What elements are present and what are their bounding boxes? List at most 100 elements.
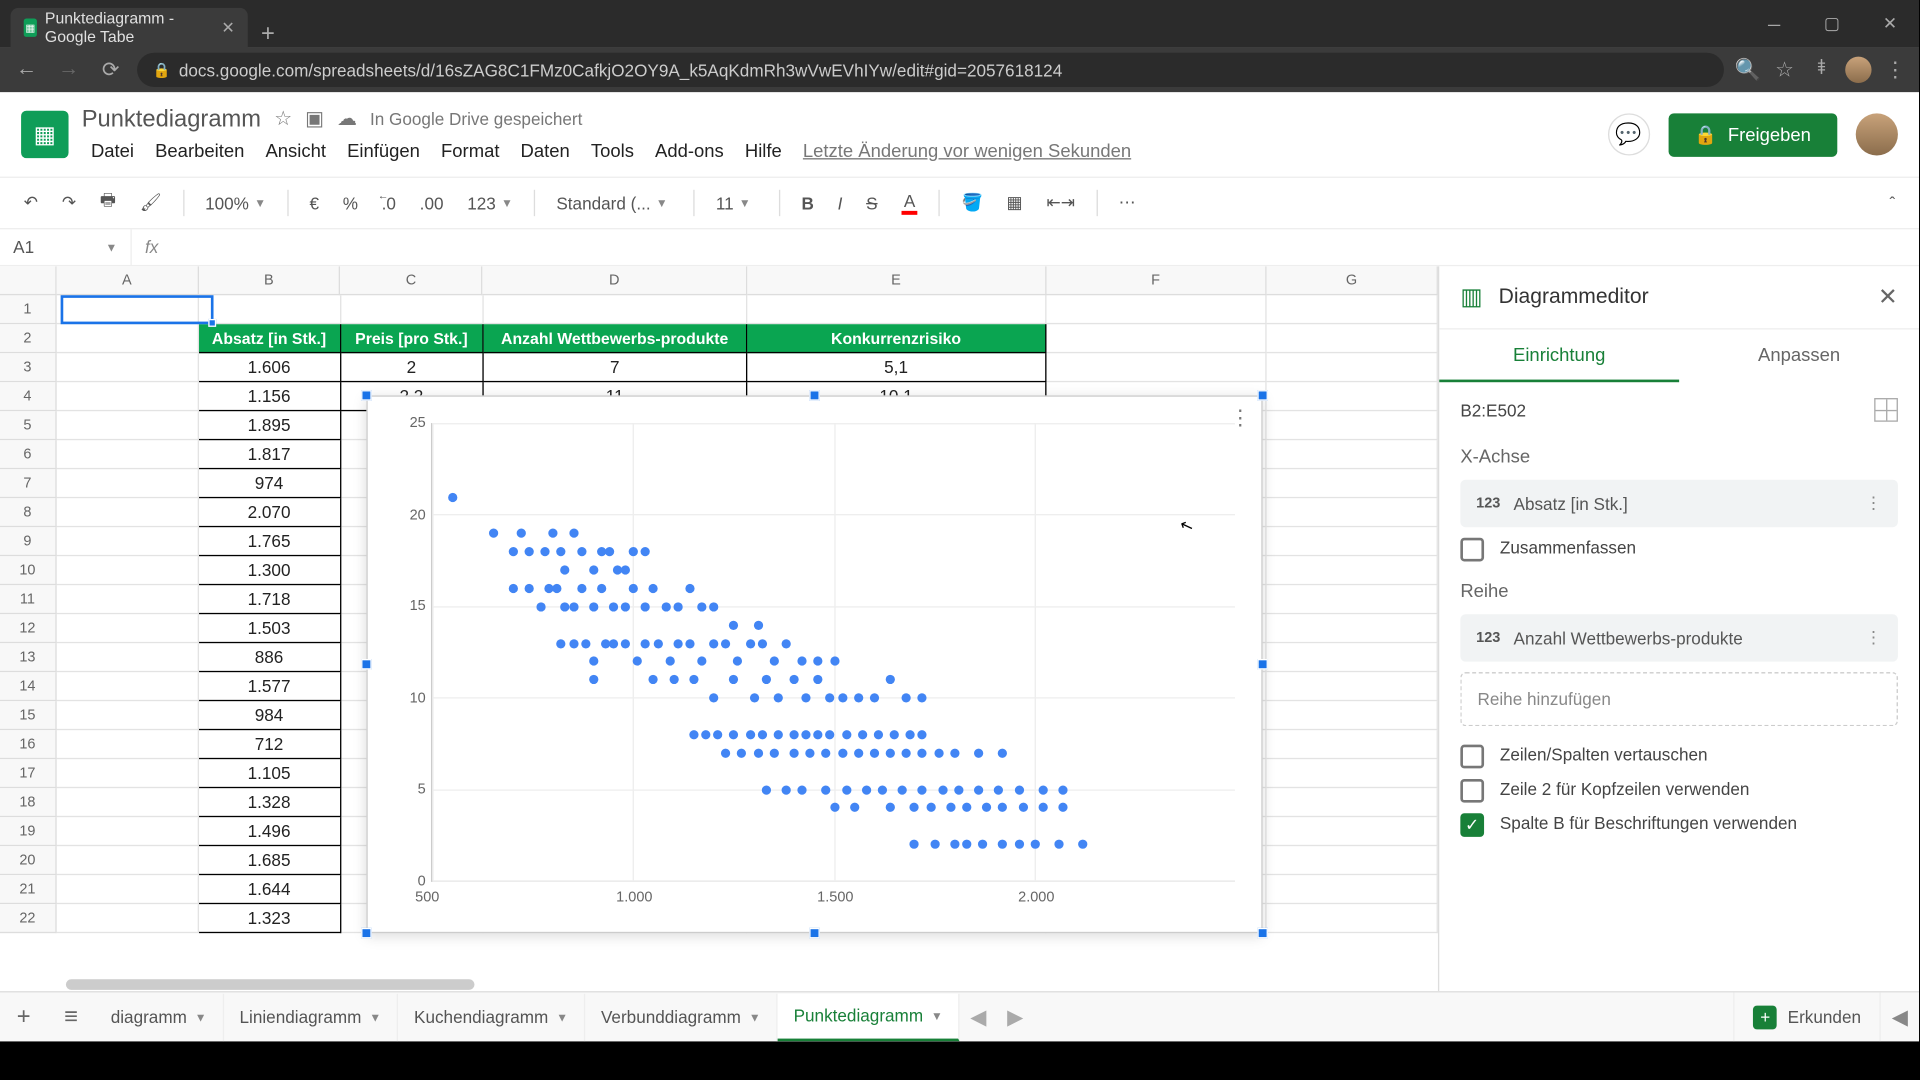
borders-icon[interactable]: ▦ [999,187,1031,219]
menu-daten[interactable]: Daten [511,135,579,164]
browser-tab[interactable]: ▦ Punktediagramm - Google Tabe ✕ [11,8,248,48]
share-button[interactable]: 🔒 Freigeben [1668,113,1837,156]
new-tab-button[interactable]: + [248,20,288,48]
menu-bearbeiten[interactable]: Bearbeiten [146,135,254,164]
forward-icon[interactable]: → [53,54,85,86]
sheets-logo-icon[interactable]: ▦ [21,111,68,158]
doc-title[interactable]: Punktediagramm [82,105,261,133]
italic-icon[interactable]: I [830,188,851,218]
increase-decimal-button[interactable]: .00 [412,188,452,218]
profile-icon[interactable] [1845,57,1871,83]
number-type-icon: 123 [1476,496,1500,512]
chrome-tab-strip: ▦ Punktediagramm - Google Tabe ✕ + ─ ▢ ✕ [0,0,1919,47]
fill-color-icon[interactable]: 🪣 [954,187,991,219]
back-icon[interactable]: ← [11,54,43,86]
toolbar: ↶ ↷ 🖶 🖌 100%▼ € % .0← .00 123▼ Standard … [0,177,1919,230]
chart-overlay[interactable]: ⋮ 05101520255001.0001.5002.000 [366,395,1262,933]
aggregate-checkbox[interactable] [1460,538,1484,562]
select-range-icon[interactable] [1874,398,1898,422]
fx-label: fx [132,237,172,257]
swap-label: Zeilen/Spalten vertauschen [1500,745,1708,765]
data-range-value[interactable]: B2:E502 [1460,400,1526,420]
url-field[interactable]: 🔒 docs.google.com/spreadsheets/d/16sZAG8… [137,53,1724,87]
series-menu-icon[interactable]: ⋮ [1865,627,1882,648]
all-sheets-button[interactable]: ≡ [47,993,94,1040]
comments-icon[interactable]: 💬 [1607,113,1649,155]
save-status: In Google Drive gespeichert [370,109,582,129]
star-icon[interactable]: ☆ [1771,57,1797,83]
chrome-menu-icon[interactable]: ⋮ [1882,57,1908,83]
close-sidebar-icon[interactable]: ✕ [1878,283,1898,311]
menu-tools[interactable]: Tools [582,135,644,164]
menu-format[interactable]: Format [432,135,509,164]
add-series-button[interactable]: Reihe hinzufügen [1460,672,1898,726]
sheet-tab-4[interactable]: Punktediagramm▼ [778,993,960,1040]
row2-header-label: Zeile 2 für Kopfzeilen verwenden [1500,779,1750,799]
row2-header-checkbox[interactable] [1460,779,1484,803]
series-field-chip[interactable]: 123 Anzahl Wettbewerbs-produkte ⋮ [1460,614,1898,661]
name-box[interactable]: A1▼ [0,229,132,265]
merge-cells-icon[interactable]: ⇤⇥ [1039,187,1084,219]
strike-icon[interactable]: S [858,188,885,218]
sheet-tab-3[interactable]: Verbunddiagramm▼ [585,993,778,1040]
maximize-icon[interactable]: ▢ [1803,0,1861,47]
paint-format-icon[interactable]: 🖌 [132,187,170,219]
close-window-icon[interactable]: ✕ [1861,0,1919,47]
zoom-icon[interactable]: 🔍 [1734,57,1760,83]
menu-datei[interactable]: Datei [82,135,144,164]
lock-share-icon: 🔒 [1694,123,1717,145]
zoom-select[interactable]: 100%▼ [197,188,274,218]
explore-button[interactable]: Erkunden [1734,992,1880,1041]
sheet-tab-2[interactable]: Kuchendiagramm▼ [398,993,585,1040]
collapse-toolbar-icon[interactable]: ˆ [1882,188,1904,218]
colb-labels-label: Spalte B für Beschriftungen verwenden [1500,813,1797,833]
menu-add-ons[interactable]: Add-ons [646,135,733,164]
move-doc-icon[interactable]: ▣ [305,107,324,131]
colb-labels-checkbox[interactable]: ✓ [1460,813,1484,837]
sidepanel-toggle-icon[interactable]: ◀ [1879,992,1919,1041]
undo-icon[interactable]: ↶ [16,187,46,219]
spreadsheet-grid[interactable]: ABCDEFG12Absatz [in Stk.]Preis [pro Stk.… [0,266,1438,991]
chart-plot-area[interactable] [431,423,1235,882]
last-edit-link[interactable]: Letzte Änderung vor wenigen Sekunden [794,135,1141,164]
bold-icon[interactable]: B [794,188,822,218]
sheets-scroll-left[interactable]: ◀ [960,1004,997,1030]
menu-einfügen[interactable]: Einfügen [338,135,429,164]
more-toolbar-icon[interactable]: ⋯ [1111,187,1144,219]
percent-button[interactable]: % [335,188,366,218]
extensions-icon[interactable]: ⯒ [1808,57,1834,83]
cloud-icon: ☁ [337,107,357,131]
horizontal-scrollbar[interactable] [61,978,1438,991]
xaxis-field-chip[interactable]: 123 Absatz [in Stk.] ⋮ [1460,480,1898,527]
decrease-decimal-button[interactable]: .0← [374,188,404,218]
text-color-icon[interactable]: A [893,186,926,220]
explore-label: Erkunden [1788,1007,1861,1027]
series-section-title: Reihe [1460,580,1898,601]
account-avatar[interactable] [1856,113,1898,155]
font-size-select[interactable]: 11▼ [708,188,766,218]
sheet-tab-0[interactable]: diagramm▼ [95,993,224,1040]
print-icon[interactable]: 🖶 [92,183,124,223]
swap-rows-cols-checkbox[interactable] [1460,745,1484,769]
tab-setup[interactable]: Einrichtung [1439,330,1679,383]
number-format-select[interactable]: 123▼ [459,188,520,218]
minimize-icon[interactable]: ─ [1745,0,1803,47]
star-doc-icon[interactable]: ☆ [274,107,292,131]
sheets-scroll-right[interactable]: ▶ [997,1004,1034,1030]
chart-editor-sidebar: ▥ Diagrammeditor ✕ Einrichtung Anpassen … [1438,266,1919,991]
sheets-tab-bar: + ≡ diagramm▼Liniendiagramm▼Kuchendiagra… [0,991,1919,1041]
currency-button[interactable]: € [302,188,327,218]
tab-customize[interactable]: Anpassen [1679,330,1919,383]
add-sheet-button[interactable]: + [0,993,47,1040]
redo-icon[interactable]: ↷ [54,187,84,219]
menu-ansicht[interactable]: Ansicht [256,135,335,164]
menu-hilfe[interactable]: Hilfe [736,135,791,164]
sidebar-title: Diagrammeditor [1499,285,1863,309]
explore-icon [1753,1005,1777,1029]
font-select[interactable]: Standard (...▼ [548,188,680,218]
xaxis-menu-icon[interactable]: ⋮ [1865,493,1882,514]
formula-input[interactable] [172,229,1920,265]
sheet-tab-1[interactable]: Liniendiagramm▼ [224,993,399,1040]
reload-icon[interactable]: ⟳ [95,54,127,86]
close-tab-icon[interactable]: ✕ [221,18,234,36]
